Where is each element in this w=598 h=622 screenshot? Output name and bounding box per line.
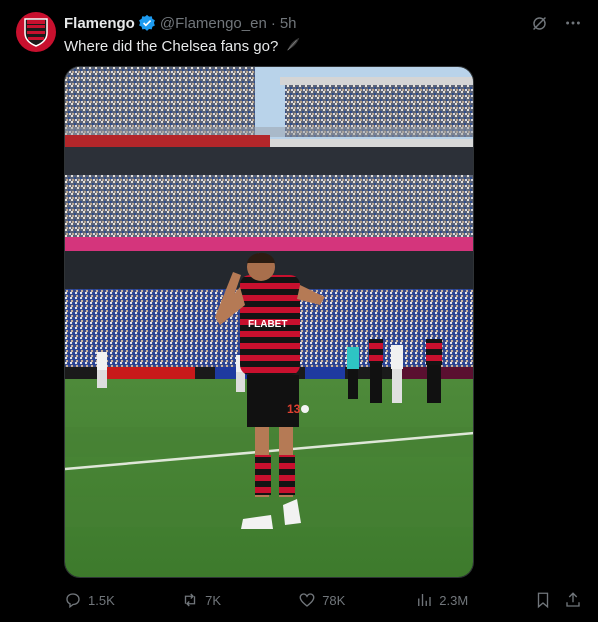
heart-icon — [299, 593, 315, 607]
flamengo-crest-icon — [24, 18, 48, 47]
tweet-text-row: Where did the Chelsea fans go? — [64, 35, 302, 57]
view-count: 2.3M — [439, 592, 469, 608]
avatar[interactable] — [16, 12, 56, 52]
feather-emoji-icon — [284, 35, 302, 57]
share-icon — [566, 592, 580, 607]
reply-count: 1.5K — [88, 592, 115, 608]
share-button[interactable] — [564, 591, 584, 609]
bookmark-icon — [538, 592, 549, 609]
tweet-text: Where did the Chelsea fans go? — [64, 37, 279, 55]
repost-button[interactable]: 7K — [181, 591, 298, 609]
grok-icon[interactable] — [530, 14, 548, 32]
tweet-action-bar: 1.5K 7K 78K 2.3M — [64, 590, 584, 610]
like-button[interactable]: 78K — [298, 591, 415, 609]
bookmark-button[interactable] — [534, 591, 564, 609]
more-options-icon[interactable] — [564, 14, 582, 32]
tweet-header: Flamengo @Flamengo_en · 5h — [64, 13, 582, 33]
views-button[interactable]: 2.3M — [415, 591, 534, 609]
reply-icon — [66, 593, 80, 609]
analytics-icon — [418, 594, 431, 606]
like-count: 78K — [322, 592, 346, 608]
meta-separator: · — [270, 14, 276, 32]
author-handle[interactable]: @Flamengo_en — [160, 15, 267, 32]
stadium-photo: FLABET 13 — [65, 67, 473, 577]
jersey-number: 13 — [287, 402, 301, 416]
repost-icon — [184, 593, 196, 607]
tweet-media-photo[interactable]: FLABET 13 — [64, 66, 474, 578]
verified-badge-icon — [138, 14, 156, 32]
tweet[interactable]: Flamengo @Flamengo_en · 5h Where did the… — [0, 0, 598, 622]
author-display-name[interactable]: Flamengo — [64, 15, 135, 32]
repost-count: 7K — [205, 592, 221, 608]
reply-button[interactable]: 1.5K — [64, 591, 181, 609]
tweet-timestamp[interactable]: 5h — [280, 15, 297, 32]
jersey-sponsor: FLABET — [248, 319, 287, 330]
